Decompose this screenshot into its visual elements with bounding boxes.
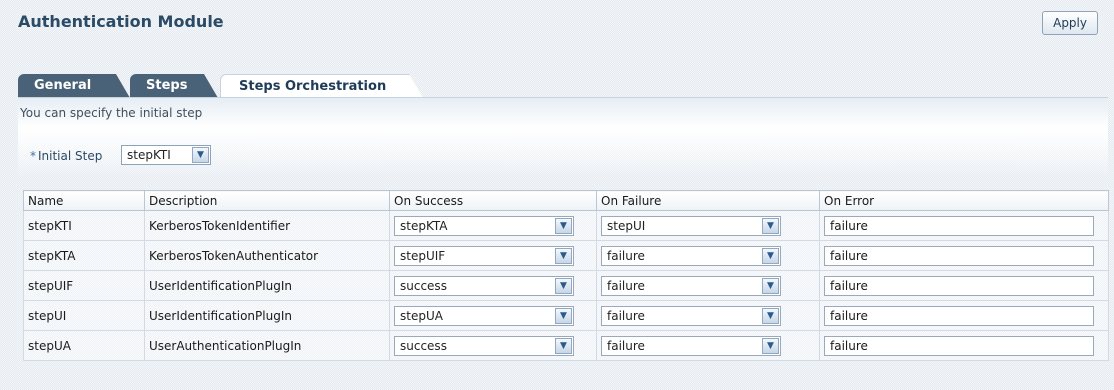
on-error-cell: failure bbox=[819, 210, 1109, 241]
on-success-value: stepUA bbox=[400, 308, 443, 323]
step-name-cell: stepKTI bbox=[23, 210, 145, 241]
chevron-down-icon[interactable]: ▼ bbox=[555, 277, 572, 294]
page-title: Authentication Module bbox=[18, 12, 224, 31]
chevron-down-icon[interactable]: ▼ bbox=[762, 337, 779, 354]
on-failure-cell: failure ▼ bbox=[596, 240, 820, 271]
on-success-value: stepKTA bbox=[400, 218, 448, 233]
on-failure-cell: failure ▼ bbox=[596, 300, 820, 331]
step-name-cell: stepKTA bbox=[23, 240, 145, 271]
column-header-name[interactable]: Name bbox=[23, 190, 145, 211]
table-row: stepUIF UserIdentificationPlugIn success ▼ f… bbox=[23, 270, 1109, 301]
initial-step-label: * Initial Step bbox=[30, 149, 102, 163]
chevron-down-icon[interactable]: ▼ bbox=[555, 217, 572, 234]
column-header-description[interactable]: Description bbox=[144, 190, 390, 211]
on-success-select[interactable]: stepUIF ▼ bbox=[394, 245, 574, 266]
on-failure-select[interactable]: failure ▼ bbox=[601, 335, 781, 356]
initial-step-label-text: Initial Step bbox=[38, 149, 103, 163]
steps-orchestration-panel: You can specify the initial step * Initia… bbox=[18, 97, 1109, 388]
on-failure-value: failure bbox=[607, 248, 645, 263]
tab-steps-orchestration[interactable]: Steps Orchestration bbox=[220, 74, 424, 99]
column-header-on-success[interactable]: On Success bbox=[389, 190, 597, 211]
on-error-cell: failure bbox=[819, 240, 1109, 271]
table-row: stepUI UserIdentificationPlugIn stepUA ▼ fai… bbox=[23, 300, 1109, 331]
on-failure-value: failure bbox=[607, 278, 645, 293]
table-row: stepKTI KerberosTokenIdentifier stepKTA ▼ st… bbox=[23, 210, 1109, 241]
on-success-select[interactable]: stepUA ▼ bbox=[394, 305, 574, 326]
on-failure-select[interactable]: failure ▼ bbox=[601, 275, 781, 296]
on-error-input[interactable]: failure bbox=[824, 335, 1094, 356]
table-row: stepKTA KerberosTokenAuthenticator stepUIF… bbox=[23, 240, 1109, 271]
apply-button[interactable]: Apply bbox=[1042, 11, 1098, 35]
on-failure-select[interactable]: failure ▼ bbox=[601, 245, 781, 266]
chevron-down-icon[interactable]: ▼ bbox=[555, 337, 572, 354]
on-failure-value: failure bbox=[607, 308, 645, 323]
on-failure-cell: failure ▼ bbox=[596, 330, 820, 361]
chevron-down-icon[interactable]: ▼ bbox=[762, 247, 779, 264]
on-failure-cell: failure ▼ bbox=[596, 270, 820, 301]
on-error-input[interactable]: failure bbox=[824, 275, 1094, 296]
step-description-cell: UserIdentificationPlugIn bbox=[144, 300, 390, 331]
on-success-value: success bbox=[400, 278, 447, 293]
chevron-down-icon[interactable]: ▼ bbox=[555, 307, 572, 324]
on-success-cell: stepKTA ▼ bbox=[389, 210, 597, 241]
on-error-cell: failure bbox=[819, 330, 1109, 361]
required-marker: * bbox=[30, 149, 36, 163]
initial-step-value: stepKTI bbox=[127, 148, 171, 162]
on-error-cell: failure bbox=[819, 300, 1109, 331]
on-error-input[interactable]: failure bbox=[824, 305, 1094, 326]
steps-table: Name Description On Success On Failure O… bbox=[23, 190, 1109, 361]
on-success-cell: success ▼ bbox=[389, 270, 597, 301]
chevron-down-icon[interactable]: ▼ bbox=[762, 277, 779, 294]
chevron-down-icon[interactable]: ▼ bbox=[762, 307, 779, 324]
on-success-value: stepUIF bbox=[400, 248, 446, 263]
on-error-input[interactable]: failure bbox=[824, 215, 1094, 236]
step-description-cell: KerberosTokenAuthenticator bbox=[144, 240, 390, 271]
chevron-down-icon[interactable]: ▼ bbox=[762, 217, 779, 234]
on-failure-select[interactable]: failure ▼ bbox=[601, 305, 781, 326]
on-success-cell: success ▼ bbox=[389, 330, 597, 361]
on-success-cell: stepUIF ▼ bbox=[389, 240, 597, 271]
chevron-down-icon[interactable]: ▼ bbox=[555, 247, 572, 264]
column-header-on-error[interactable]: On Error bbox=[819, 190, 1109, 211]
on-error-cell: failure bbox=[819, 270, 1109, 301]
step-description-cell: UserAuthenticationPlugIn bbox=[144, 330, 390, 361]
on-success-cell: stepUA ▼ bbox=[389, 300, 597, 331]
on-success-select[interactable]: success ▼ bbox=[394, 275, 574, 296]
on-failure-value: failure bbox=[607, 338, 645, 353]
on-failure-value: stepUI bbox=[607, 218, 646, 233]
tab-steps[interactable]: Steps bbox=[130, 74, 218, 98]
chevron-down-icon[interactable]: ▼ bbox=[192, 147, 209, 163]
on-failure-select[interactable]: stepUI ▼ bbox=[601, 215, 781, 236]
on-failure-cell: stepUI ▼ bbox=[596, 210, 820, 241]
table-row: stepUA UserAuthenticationPlugIn success ▼ fa… bbox=[23, 330, 1109, 361]
tab-general[interactable]: General bbox=[18, 74, 130, 98]
step-name-cell: stepUI bbox=[23, 300, 145, 331]
step-name-cell: stepUA bbox=[23, 330, 145, 361]
on-error-input[interactable]: failure bbox=[824, 245, 1094, 266]
table-header-row: Name Description On Success On Failure O… bbox=[23, 190, 1109, 211]
on-success-value: success bbox=[400, 338, 447, 353]
step-description-cell: UserIdentificationPlugIn bbox=[144, 270, 390, 301]
step-description-cell: KerberosTokenIdentifier bbox=[144, 210, 390, 241]
step-name-cell: stepUIF bbox=[23, 270, 145, 301]
hint-text: You can specify the initial step bbox=[20, 106, 203, 120]
on-success-select[interactable]: success ▼ bbox=[394, 335, 574, 356]
on-success-select[interactable]: stepKTA ▼ bbox=[394, 215, 574, 236]
column-header-on-failure[interactable]: On Failure bbox=[596, 190, 820, 211]
initial-step-select[interactable]: stepKTI ▼ bbox=[121, 145, 211, 165]
